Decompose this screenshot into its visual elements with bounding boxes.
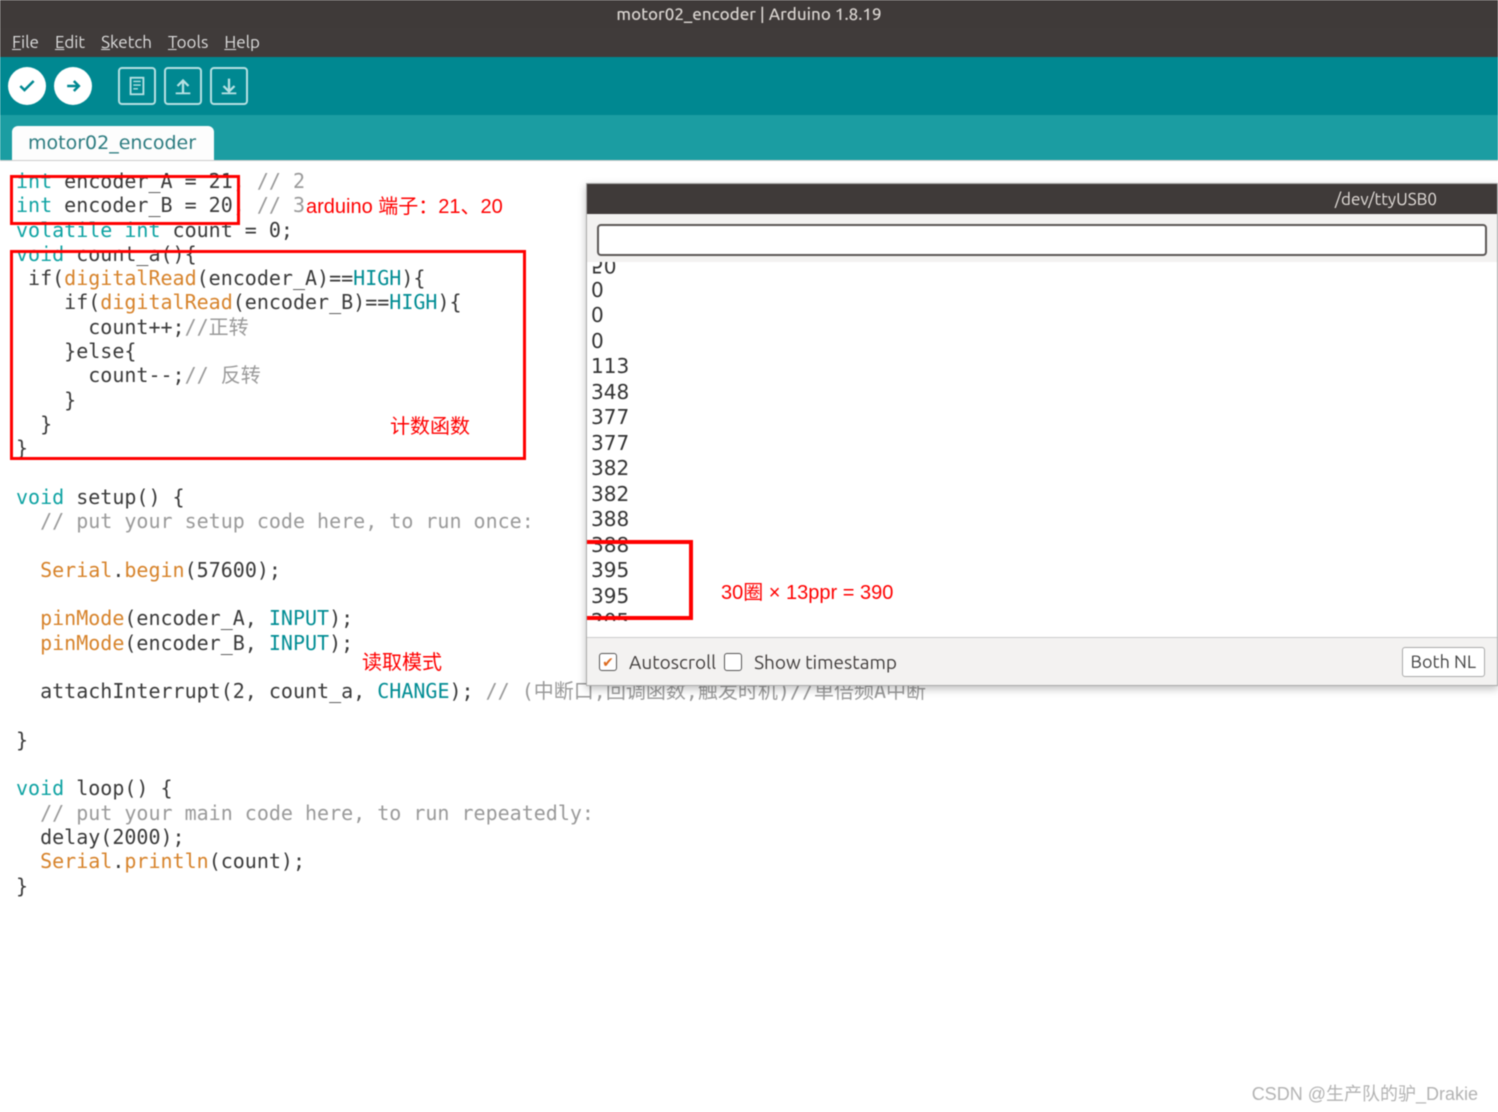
new-button[interactable] bbox=[118, 67, 156, 105]
menu-sketch[interactable]: Sketch bbox=[95, 31, 158, 54]
verify-button[interactable] bbox=[8, 67, 46, 105]
serial-input[interactable] bbox=[597, 224, 1487, 256]
serial-output-line: 382 bbox=[591, 456, 1491, 482]
serial-input-row bbox=[587, 214, 1497, 262]
window-titlebar: motor02_encoder | Arduino 1.8.19 bbox=[0, 0, 1498, 28]
serial-monitor-titlebar: /dev/ttyUSB0 bbox=[587, 184, 1497, 214]
menu-edit[interactable]: Edit bbox=[49, 31, 91, 54]
tabbar: motor02_encoder bbox=[0, 115, 1498, 160]
timestamp-label: Show timestamp bbox=[754, 651, 897, 673]
watermark: CSDN @生产队的驴_Drakie bbox=[1252, 1080, 1478, 1106]
serial-output-line: 377 bbox=[591, 431, 1491, 457]
upload-button[interactable] bbox=[54, 67, 92, 105]
serial-output-line: 0 bbox=[591, 329, 1491, 355]
tab-label: motor02_encoder bbox=[28, 132, 196, 154]
toolbar bbox=[0, 57, 1498, 115]
arrow-right-icon bbox=[63, 76, 83, 96]
serial-output-line: 205 bbox=[591, 609, 1491, 621]
tab-sketch[interactable]: motor02_encoder bbox=[12, 126, 214, 160]
serial-output-line: 395 bbox=[591, 558, 1491, 584]
window-title: motor02_encoder | Arduino 1.8.19 bbox=[616, 5, 881, 24]
autoscroll-checkbox[interactable] bbox=[599, 653, 617, 671]
save-button[interactable] bbox=[210, 67, 248, 105]
menu-tools[interactable]: Tools bbox=[162, 31, 214, 54]
line-ending-value: Both NL bbox=[1411, 652, 1476, 672]
check-icon bbox=[17, 76, 37, 96]
serial-output-line: 395 bbox=[591, 584, 1491, 610]
serial-output-line: 388 bbox=[591, 507, 1491, 533]
serial-monitor-window: /dev/ttyUSB0 500001133483773773823823883… bbox=[586, 183, 1498, 686]
serial-output[interactable]: 50000113348377377382382388388395395205 bbox=[587, 262, 1497, 637]
serial-output-line: 388 bbox=[591, 533, 1491, 559]
autoscroll-label: Autoscroll bbox=[629, 651, 716, 673]
serial-output-line: 0 bbox=[591, 303, 1491, 329]
serial-output-line: 0 bbox=[591, 278, 1491, 304]
serial-output-line: 348 bbox=[591, 380, 1491, 406]
menubar: File Edit Sketch Tools Help bbox=[0, 28, 1498, 57]
serial-output-line: 382 bbox=[591, 482, 1491, 508]
menu-help[interactable]: Help bbox=[218, 31, 266, 54]
timestamp-checkbox[interactable] bbox=[724, 653, 742, 671]
arrow-up-icon bbox=[172, 75, 194, 97]
file-icon bbox=[126, 75, 148, 97]
menu-file[interactable]: File bbox=[6, 31, 45, 54]
serial-output-line: 377 bbox=[591, 405, 1491, 431]
serial-output-line: 50 bbox=[591, 262, 1491, 278]
serial-output-line: 113 bbox=[591, 354, 1491, 380]
line-ending-select[interactable]: Both NL bbox=[1402, 647, 1485, 677]
serial-bottom-bar: Autoscroll Show timestamp Both NL bbox=[587, 637, 1497, 685]
arrow-down-icon bbox=[218, 75, 240, 97]
serial-monitor-title: /dev/ttyUSB0 bbox=[1335, 190, 1437, 209]
open-button[interactable] bbox=[164, 67, 202, 105]
